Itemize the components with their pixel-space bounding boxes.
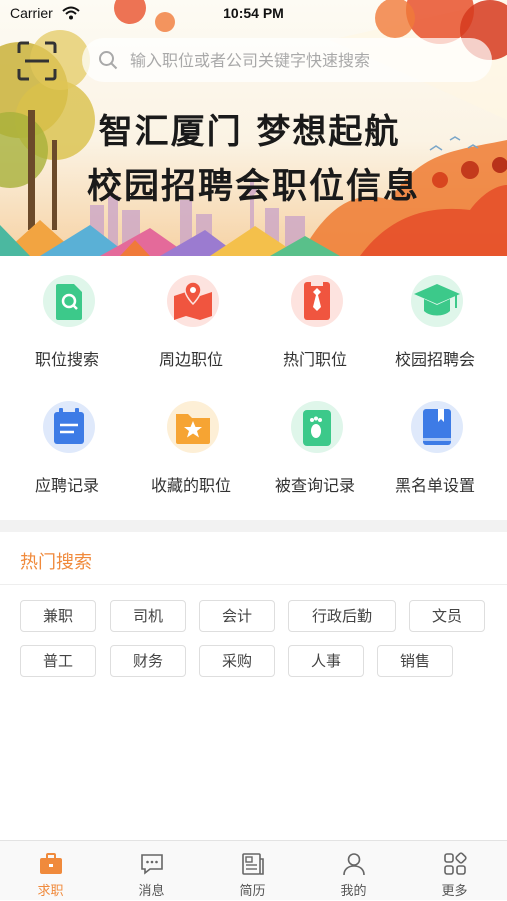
menu-item-hot-jobs[interactable]: 热门职位	[252, 260, 378, 370]
briefcase-icon	[40, 853, 62, 874]
tab-profile[interactable]: 我的	[303, 841, 404, 901]
scan-icon	[17, 41, 57, 81]
function-grid: 职位搜索 周边职位 热门职位 校园招聘会 应聘记录 收藏的职位 被查询记录 黑名…	[0, 260, 507, 518]
hot-search-tag[interactable]: 兼职	[20, 600, 96, 632]
banner: Carrier 10:54 PM 智汇厦门 梦想起航 校园招聘会职位信息	[0, 0, 507, 256]
hot-search-tag[interactable]: 行政后勤	[288, 600, 396, 632]
hot-search-title: 热门搜索	[20, 552, 92, 573]
nearby-map-icon	[167, 275, 219, 327]
more-grid-icon	[444, 852, 467, 875]
application-record-icon	[43, 401, 95, 453]
tab-label: 我的	[340, 884, 367, 899]
menu-item-label: 收藏的职位	[150, 476, 231, 495]
banner-slogan: 智汇厦门 梦想起航	[98, 112, 401, 152]
bottom-tab-bar: 求职 消息 简历 我的 更多	[0, 840, 507, 900]
menu-item-label: 热门职位	[282, 350, 347, 369]
menu-item-blacklist-settings[interactable]: 黑名单设置	[372, 386, 498, 496]
menu-item-nearby-jobs[interactable]: 周边职位	[128, 260, 254, 370]
banner-title: 校园招聘会职位信息	[86, 167, 420, 207]
blacklist-book-icon	[411, 401, 463, 453]
favorite-folder-icon	[167, 401, 219, 453]
menu-item-label: 校园招聘会	[394, 350, 475, 369]
menu-item-favorite-jobs[interactable]: 收藏的职位	[128, 386, 254, 496]
menu-item-application-records[interactable]: 应聘记录	[4, 386, 130, 496]
hot-search-tag[interactable]: 文员	[409, 600, 485, 632]
search-icon	[99, 51, 118, 70]
section-divider	[0, 520, 507, 532]
tab-label: 更多	[441, 884, 468, 899]
status-bar: Carrier 10:54 PM	[0, 0, 507, 28]
hot-search-tag[interactable]: 财务	[110, 645, 186, 677]
menu-item-label: 职位搜索	[34, 350, 99, 369]
resume-icon	[242, 853, 264, 875]
hot-search-tag[interactable]: 人事	[288, 645, 364, 677]
menu-item-label: 应聘记录	[34, 476, 99, 495]
tab-resume[interactable]: 简历	[202, 841, 303, 901]
job-search-icon	[43, 275, 95, 327]
scan-button[interactable]	[16, 40, 58, 82]
menu-item-job-search[interactable]: 职位搜索	[4, 260, 130, 370]
hot-search-tag[interactable]: 会计	[199, 600, 275, 632]
message-icon	[141, 854, 163, 875]
hot-job-tie-icon	[291, 275, 343, 327]
search-input[interactable]	[130, 38, 480, 82]
hot-search-tag[interactable]: 司机	[110, 600, 186, 632]
search-bar[interactable]	[82, 38, 492, 82]
tab-label: 简历	[239, 884, 266, 899]
tab-more[interactable]: 更多	[404, 841, 505, 901]
menu-item-viewed-records[interactable]: 被查询记录	[252, 386, 378, 496]
menu-item-label: 周边职位	[158, 350, 223, 369]
menu-item-campus-fair[interactable]: 校园招聘会	[372, 260, 498, 370]
hot-search-divider	[0, 584, 507, 585]
hot-search-tag[interactable]: 采购	[199, 645, 275, 677]
status-time: 10:54 PM	[223, 5, 284, 21]
tab-label: 求职	[37, 884, 64, 899]
menu-item-label: 被查询记录	[274, 476, 355, 495]
footprint-icon	[291, 401, 343, 453]
user-icon	[343, 853, 365, 876]
hot-search-tag[interactable]: 普工	[20, 645, 96, 677]
hot-search-tag[interactable]: 销售	[377, 645, 453, 677]
graduation-cap-icon	[411, 275, 463, 327]
menu-item-label: 黑名单设置	[394, 476, 475, 495]
tab-messages[interactable]: 消息	[101, 841, 202, 901]
tab-label: 消息	[138, 884, 165, 899]
tab-job-seeking[interactable]: 求职	[0, 841, 101, 901]
